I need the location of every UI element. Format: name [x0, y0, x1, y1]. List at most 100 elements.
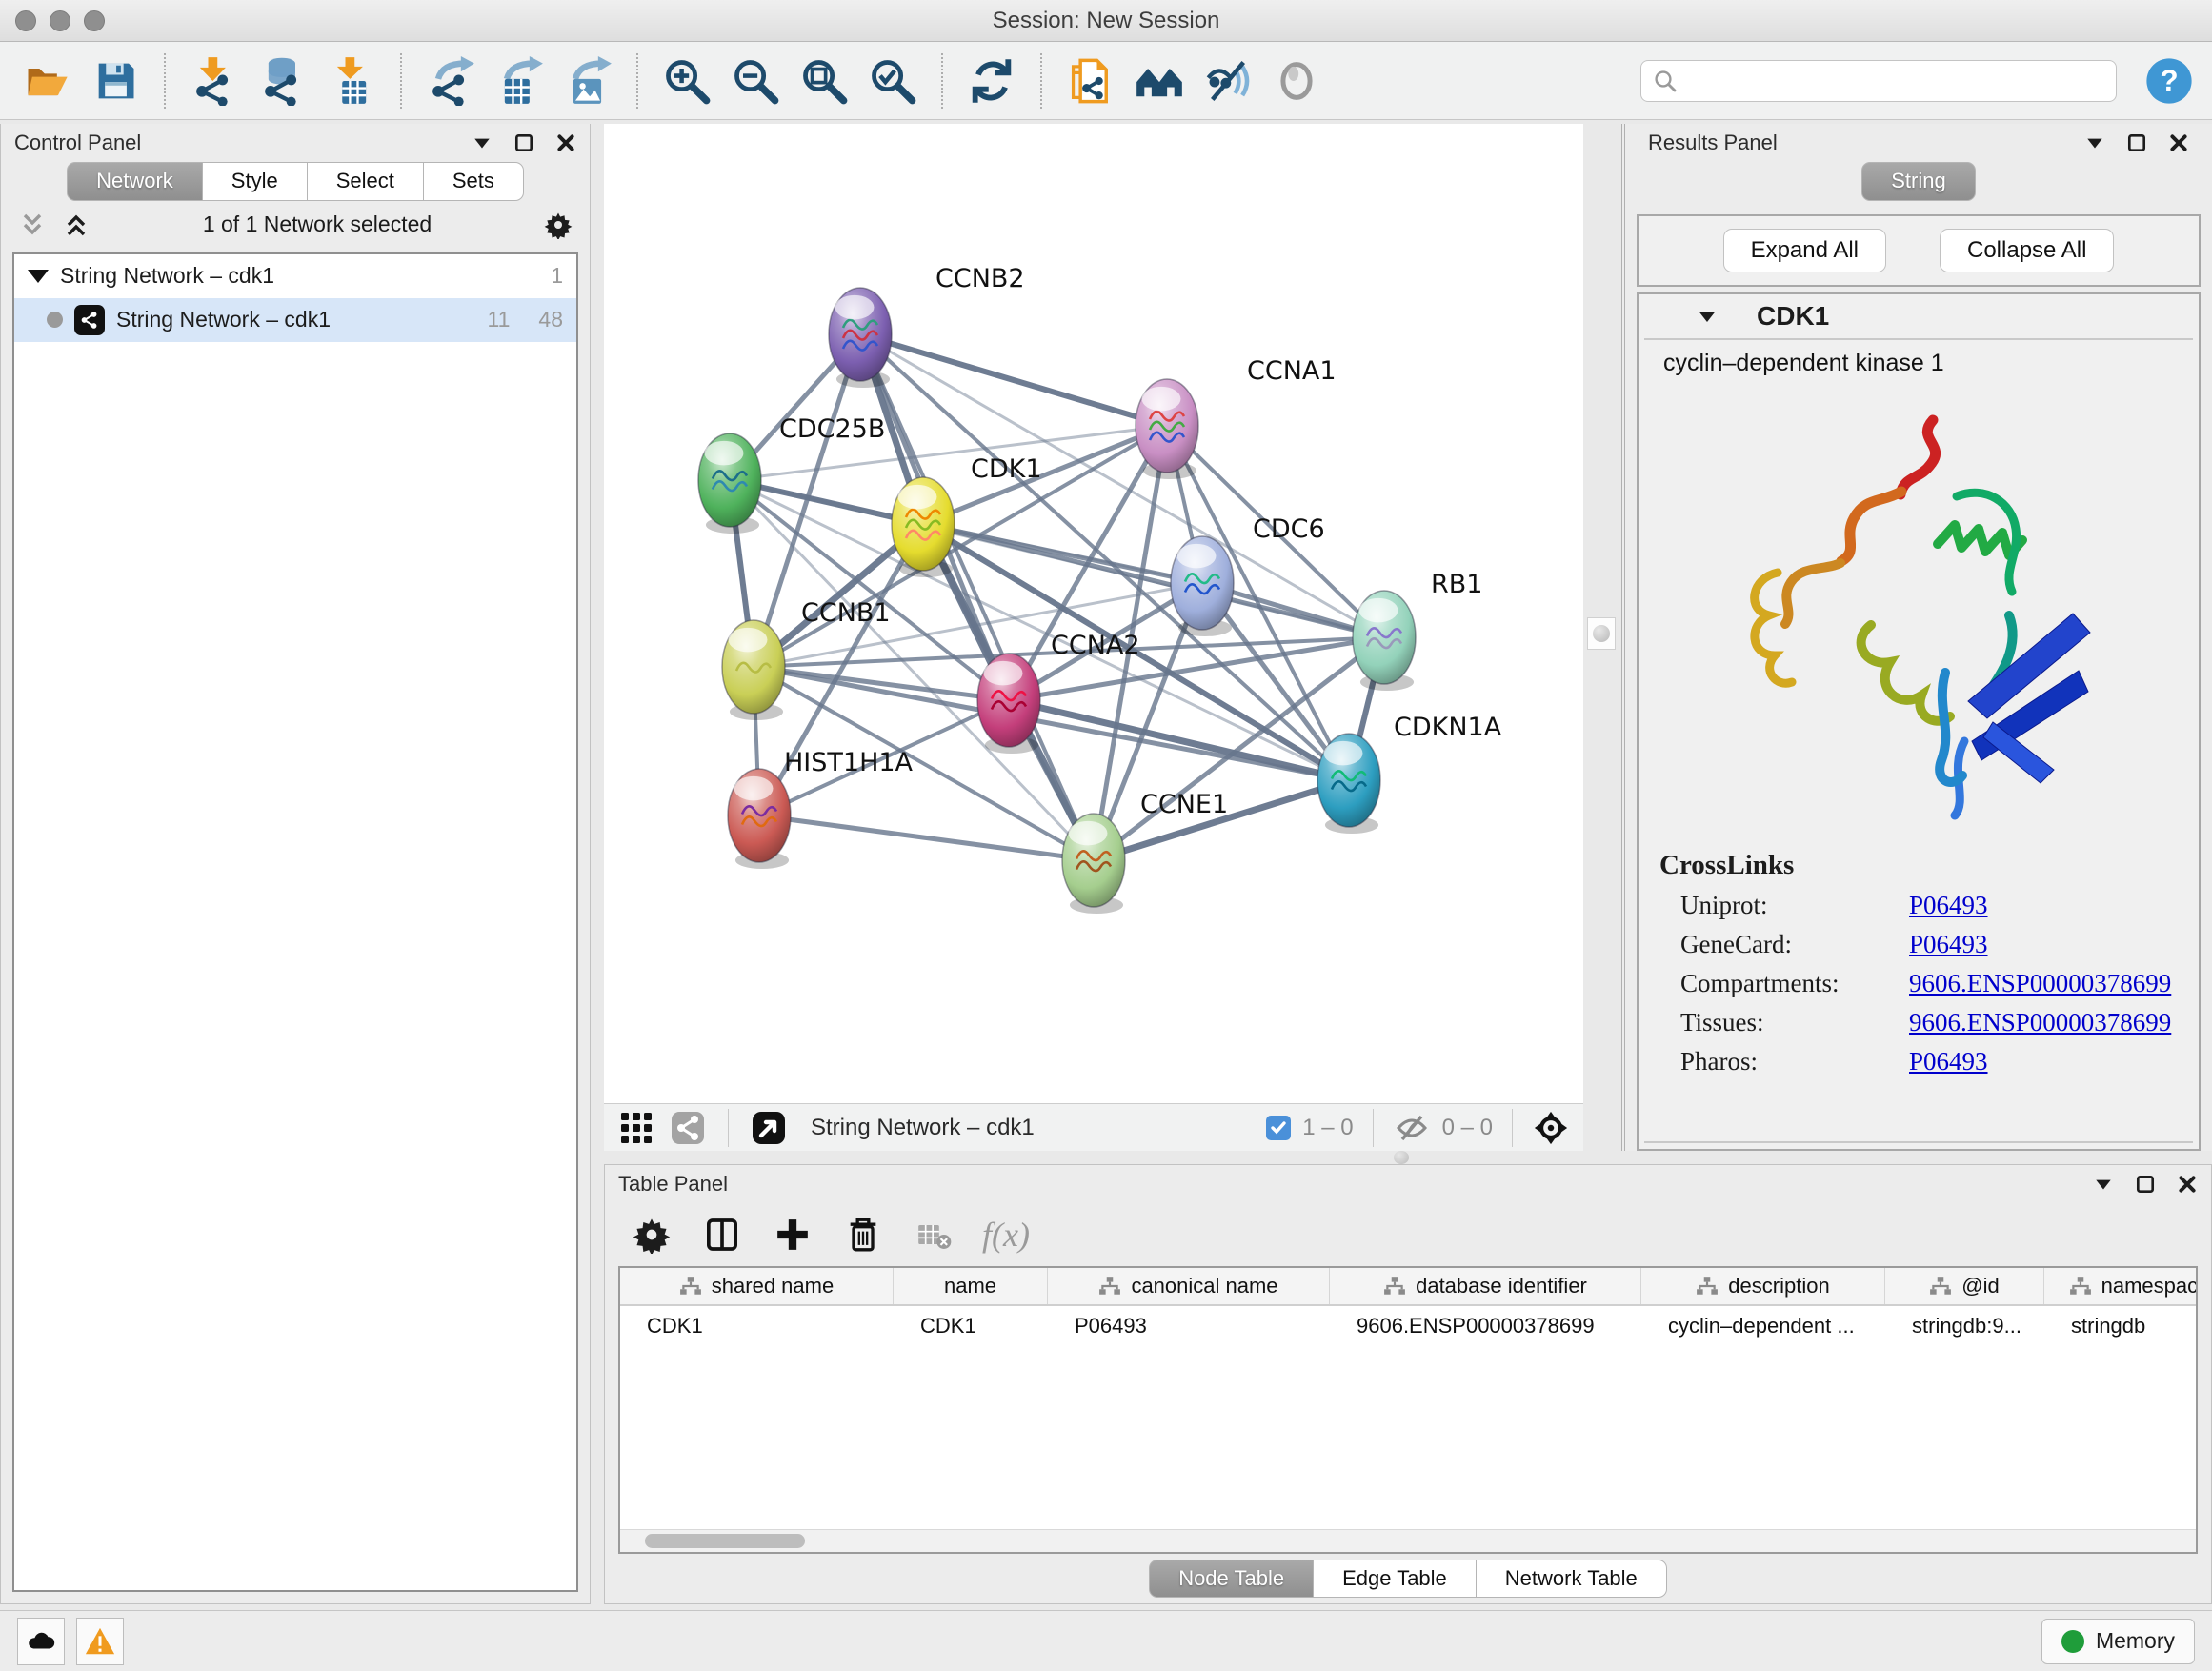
panel-menu-icon[interactable] [472, 132, 493, 153]
import-network-button[interactable] [185, 51, 244, 111]
panel-menu-icon[interactable] [2093, 1174, 2114, 1195]
section-collapse-icon[interactable] [1696, 305, 1719, 328]
zoom-out-button[interactable] [726, 51, 785, 111]
import-table-button[interactable] [322, 51, 381, 111]
collection-expand-icon[interactable] [28, 270, 49, 283]
panel-close-icon[interactable] [2177, 1174, 2198, 1195]
column-header-description[interactable]: description [1641, 1268, 1885, 1304]
canvas-table-splitter[interactable] [591, 1151, 2212, 1164]
search-input[interactable] [1685, 69, 2104, 93]
splitter-handle[interactable] [1587, 617, 1616, 650]
panel-float-icon[interactable] [2126, 132, 2147, 153]
network-collection-row[interactable]: String Network – cdk1 1 [14, 254, 576, 298]
document-share-button[interactable] [1061, 51, 1120, 111]
node-CCNA1[interactable]: CCNA1 [1136, 356, 1337, 479]
show-columns-icon[interactable] [700, 1213, 744, 1257]
show-eye-button[interactable] [1267, 51, 1326, 111]
save-session-button[interactable] [86, 51, 145, 111]
cdk1-section-header[interactable]: CDK1 [1639, 294, 2199, 338]
crosslink-link[interactable]: P06493 [1909, 930, 1988, 959]
search-box[interactable] [1640, 60, 2117, 102]
crosslink-link[interactable]: 9606.ENSP00000378699 [1909, 1008, 2171, 1037]
expand-all-icon[interactable] [62, 211, 90, 239]
export-table-button[interactable] [490, 51, 549, 111]
panel-close-icon[interactable] [555, 132, 576, 153]
node-table: shared namenamecanonical namedatabase id… [618, 1266, 2198, 1554]
grid-view-icon[interactable] [617, 1109, 655, 1147]
network-options-gear-icon[interactable] [544, 211, 573, 239]
canvas-results-splitter[interactable] [1583, 124, 1621, 1151]
column-header-shared-name[interactable]: shared name [620, 1268, 894, 1304]
node-RB1[interactable]: RB1 [1353, 570, 1482, 691]
node-CDKN1A[interactable]: CDKN1A [1317, 713, 1502, 834]
panel-close-icon[interactable] [2168, 132, 2189, 153]
tab-network-table[interactable]: Network Table [1477, 1560, 1667, 1599]
table-row[interactable]: CDK1CDK1P064939606.ENSP00000378699cyclin… [620, 1306, 2196, 1346]
crosslink-link[interactable]: 9606.ENSP00000378699 [1909, 969, 2171, 998]
tab-string[interactable]: String [1861, 162, 1975, 201]
selected-indicator-checkbox[interactable] [1266, 1116, 1291, 1140]
table-cell[interactable]: stringdb:9... [1885, 1306, 2044, 1346]
panel-float-icon[interactable] [513, 132, 534, 153]
crosslink-link[interactable]: P06493 [1909, 1047, 1988, 1077]
column-header-name[interactable]: name [894, 1268, 1048, 1304]
scrollbar-thumb[interactable] [645, 1534, 805, 1548]
delete-column-trash-icon[interactable] [841, 1213, 885, 1257]
zoom-fit-button[interactable] [794, 51, 854, 111]
expand-all-button[interactable]: Expand All [1723, 229, 1886, 272]
table-cell[interactable]: 9606.ENSP00000378699 [1330, 1306, 1641, 1346]
splitter-dot[interactable] [1394, 1151, 1409, 1164]
tab-edge-table[interactable]: Edge Table [1314, 1560, 1477, 1599]
memory-button[interactable]: Memory [2041, 1619, 2195, 1664]
export-network-button[interactable] [421, 51, 480, 111]
node-HIST1H1A[interactable]: HIST1H1A [728, 748, 914, 869]
zoom-in-button[interactable] [657, 51, 716, 111]
network-row[interactable]: String Network – cdk1 11 48 [14, 298, 576, 342]
node-CCNE1[interactable]: CCNE1 [1062, 790, 1228, 914]
tab-sets[interactable]: Sets [424, 162, 524, 201]
crosslink-link[interactable]: P06493 [1909, 891, 1988, 920]
warnings-button[interactable] [76, 1618, 124, 1665]
column-header-canonical-name[interactable]: canonical name [1048, 1268, 1330, 1304]
tab-node-table[interactable]: Node Table [1149, 1560, 1314, 1599]
panel-menu-icon[interactable] [2084, 132, 2105, 153]
panel-float-icon[interactable] [2135, 1174, 2156, 1195]
collapse-all-icon[interactable] [18, 211, 47, 239]
column-header--id[interactable]: @id [1885, 1268, 2044, 1304]
refresh-layout-button[interactable] [962, 51, 1021, 111]
node-CDC25B[interactable]: CDC25B [698, 414, 885, 534]
column-header-database-identifier[interactable]: database identifier [1330, 1268, 1641, 1304]
tab-network[interactable]: Network [67, 162, 203, 201]
node-CCNB1[interactable]: CCNB1 [722, 598, 891, 720]
table-cell[interactable]: CDK1 [894, 1306, 1048, 1346]
hide-glasses-button[interactable] [1198, 51, 1257, 111]
node-CDC6[interactable]: CDC6 [1171, 514, 1325, 636]
help-button[interactable]: ? [2143, 55, 2195, 107]
node-CCNA2[interactable]: CCNA2 [977, 631, 1140, 754]
network-view-canvas[interactable]: CCNB2 CCNA1 CDC25BCDK1 CDC6RB1 CCNB1 CCNA2 CDK… [604, 124, 1583, 1103]
node-CCNB2[interactable]: CCNB2 [829, 264, 1025, 388]
string-homes-button[interactable] [1130, 51, 1189, 111]
open-session-button[interactable] [17, 51, 76, 111]
node-CDK1[interactable]: CDK1 [892, 454, 1042, 577]
table-cell[interactable]: P06493 [1048, 1306, 1330, 1346]
fit-selected-crosshair-icon[interactable] [1532, 1109, 1570, 1147]
delete-table-icon [912, 1213, 955, 1257]
collapse-all-button[interactable]: Collapse All [1940, 229, 2114, 272]
network-share-view-icon[interactable] [669, 1109, 707, 1147]
export-image-button[interactable] [558, 51, 617, 111]
add-column-icon[interactable] [771, 1213, 814, 1257]
cloud-status-button[interactable] [17, 1618, 65, 1665]
table-cell[interactable]: CDK1 [620, 1306, 894, 1346]
tab-style[interactable]: Style [203, 162, 308, 201]
table-cell[interactable]: cyclin–dependent ... [1641, 1306, 1885, 1346]
open-in-new-window-icon[interactable] [750, 1109, 788, 1147]
table-cell[interactable]: stringdb [2044, 1306, 2196, 1346]
table-horizontal-scrollbar[interactable] [620, 1529, 2196, 1552]
edge-CDK1-CCNA1 [923, 426, 1167, 524]
tab-select[interactable]: Select [308, 162, 424, 201]
zoom-selected-button[interactable] [863, 51, 922, 111]
column-header-namespace[interactable]: namespace [2044, 1268, 2196, 1304]
import-database-button[interactable] [253, 51, 312, 111]
table-settings-gear-icon[interactable] [630, 1213, 674, 1257]
